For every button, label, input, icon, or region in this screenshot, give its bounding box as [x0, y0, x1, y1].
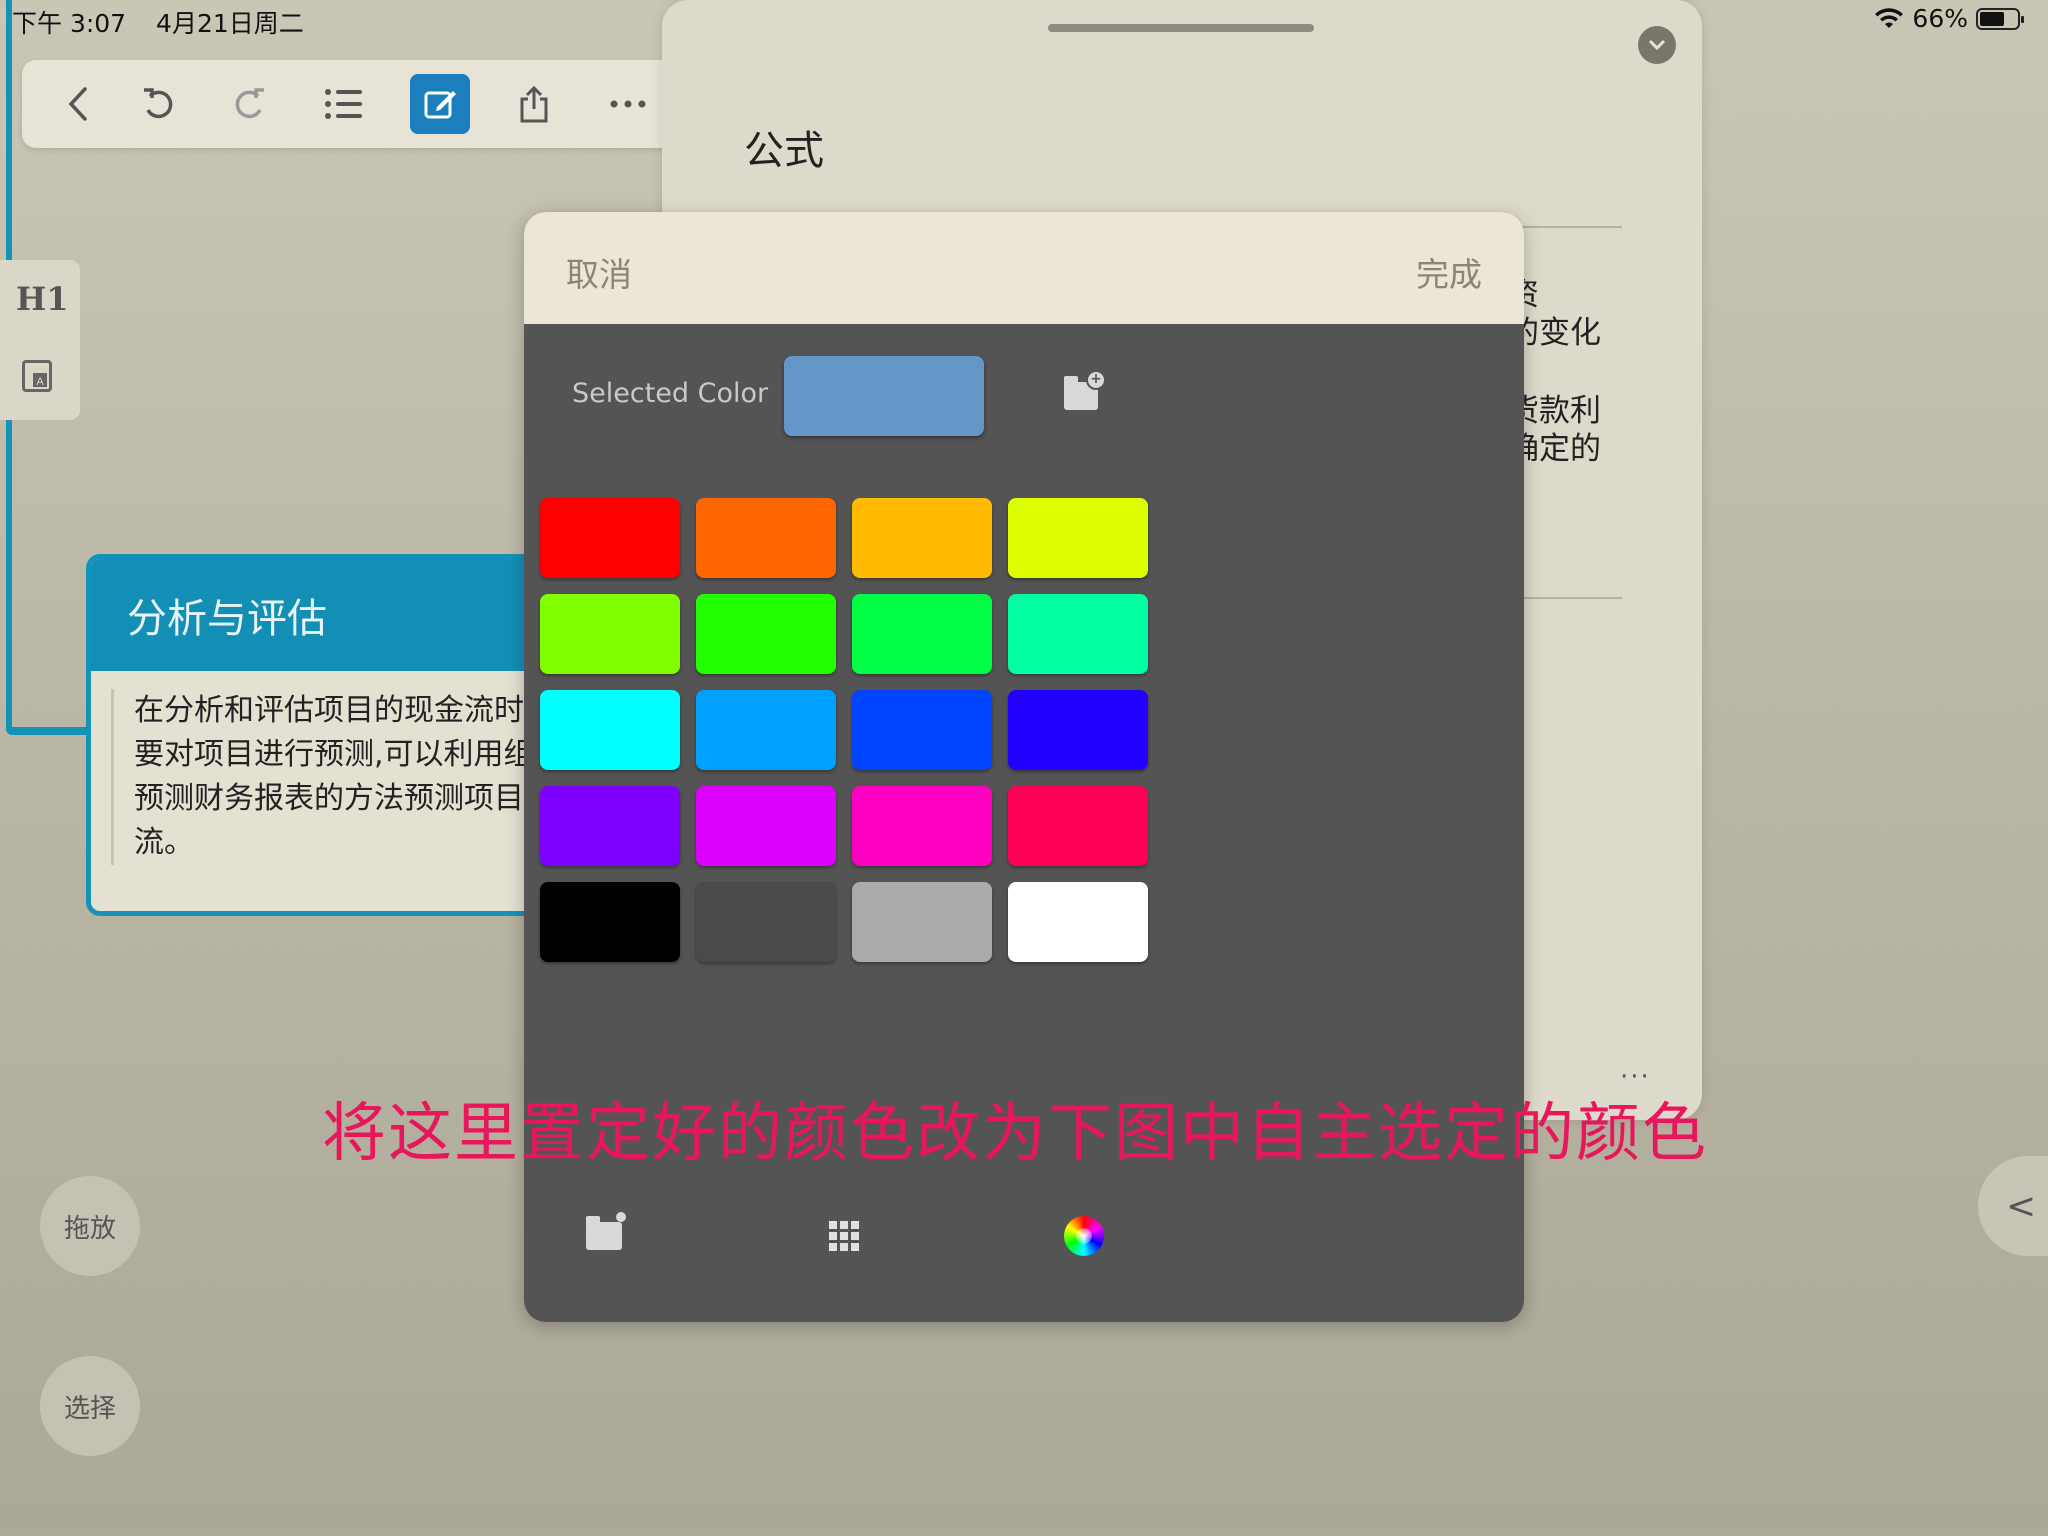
grid-icon[interactable] — [822, 1214, 866, 1258]
expand-panel-button[interactable]: < — [1978, 1156, 2048, 1256]
color-swatch[interactable] — [540, 498, 680, 578]
picker-tab-bar — [524, 1162, 1524, 1322]
mindmap-card[interactable]: 分析与评估 在分析和评估项目的现金流时 要对项目进行预测,可以利用组 预测财务报… — [86, 554, 546, 916]
svg-text:A: A — [36, 376, 44, 388]
select-button[interactable]: 选择 — [40, 1356, 140, 1456]
drag-button[interactable]: 拖放 — [40, 1176, 140, 1276]
color-swatch[interactable] — [696, 786, 836, 866]
document-title: 公式 — [744, 128, 824, 174]
card-body: 在分析和评估项目的现金流时 要对项目进行预测,可以利用组 预测财务报表的方法预测… — [111, 689, 541, 865]
color-swatch[interactable] — [540, 882, 680, 962]
color-swatch[interactable] — [1008, 786, 1148, 866]
color-swatch[interactable] — [540, 594, 680, 674]
annotation-text: 将这里置定好的颜色改为下图中自主选定的颜色 — [322, 1097, 1708, 1171]
selected-color-label: Selected Color — [572, 378, 769, 409]
color-swatch[interactable] — [696, 690, 836, 770]
heading-icon[interactable]: H1 — [16, 280, 69, 318]
saved-colors-icon[interactable] — [582, 1212, 626, 1258]
list-icon[interactable] — [314, 74, 374, 134]
share-icon[interactable] — [504, 74, 564, 134]
panel-grabber[interactable] — [1048, 24, 1314, 32]
undo-icon[interactable] — [128, 74, 188, 134]
color-swatch[interactable] — [852, 690, 992, 770]
card-line: 要对项目进行预测,可以利用组 — [134, 737, 534, 772]
add-to-saved-colors-icon[interactable]: + — [1064, 370, 1106, 410]
color-swatch[interactable] — [1008, 498, 1148, 578]
battery-icon — [1976, 7, 2024, 30]
color-swatch[interactable] — [696, 594, 836, 674]
status-date: 4月21日周二 — [156, 9, 304, 38]
color-swatch[interactable] — [696, 882, 836, 962]
color-swatch[interactable] — [852, 786, 992, 866]
status-time-date: 下午 3:07 4月21日周二 — [12, 4, 326, 40]
chevron-down-icon[interactable] — [1638, 26, 1676, 64]
color-swatch[interactable] — [852, 594, 992, 674]
status-indicators: 66% — [1874, 4, 2024, 33]
redo-icon[interactable] — [220, 74, 280, 134]
modal-header: 取消 完成 — [524, 212, 1524, 324]
back-icon[interactable] — [48, 74, 108, 134]
color-swatch[interactable] — [696, 498, 836, 578]
color-swatch[interactable] — [852, 498, 992, 578]
cancel-button[interactable]: 取消 — [566, 248, 632, 296]
color-swatch[interactable] — [1008, 882, 1148, 962]
color-swatch[interactable] — [540, 786, 680, 866]
edit-icon[interactable] — [410, 74, 470, 134]
more-icon[interactable] — [598, 74, 658, 134]
card-line: 流。 — [134, 825, 194, 860]
color-swatch[interactable] — [540, 690, 680, 770]
color-swatch[interactable] — [1008, 594, 1148, 674]
card-title: 分析与评估 — [91, 559, 541, 671]
card-line: 预测财务报表的方法预测项目 — [134, 781, 524, 816]
color-swatch[interactable] — [1008, 690, 1148, 770]
done-button[interactable]: 完成 — [1416, 248, 1482, 296]
top-toolbar — [22, 60, 682, 148]
wifi-icon — [1875, 7, 1904, 28]
color-swatch[interactable] — [852, 882, 992, 962]
translate-icon[interactable]: A — [22, 360, 52, 392]
status-time: 下午 3:07 — [12, 9, 127, 38]
card-line: 在分析和评估项目的现金流时 — [134, 693, 524, 728]
battery-percent: 66% — [1912, 4, 1968, 33]
format-side-panel: H1 A — [0, 260, 80, 420]
battery-fill — [1980, 11, 2004, 26]
selected-color-swatch — [784, 356, 984, 436]
color-wheel-icon[interactable] — [1062, 1214, 1106, 1258]
